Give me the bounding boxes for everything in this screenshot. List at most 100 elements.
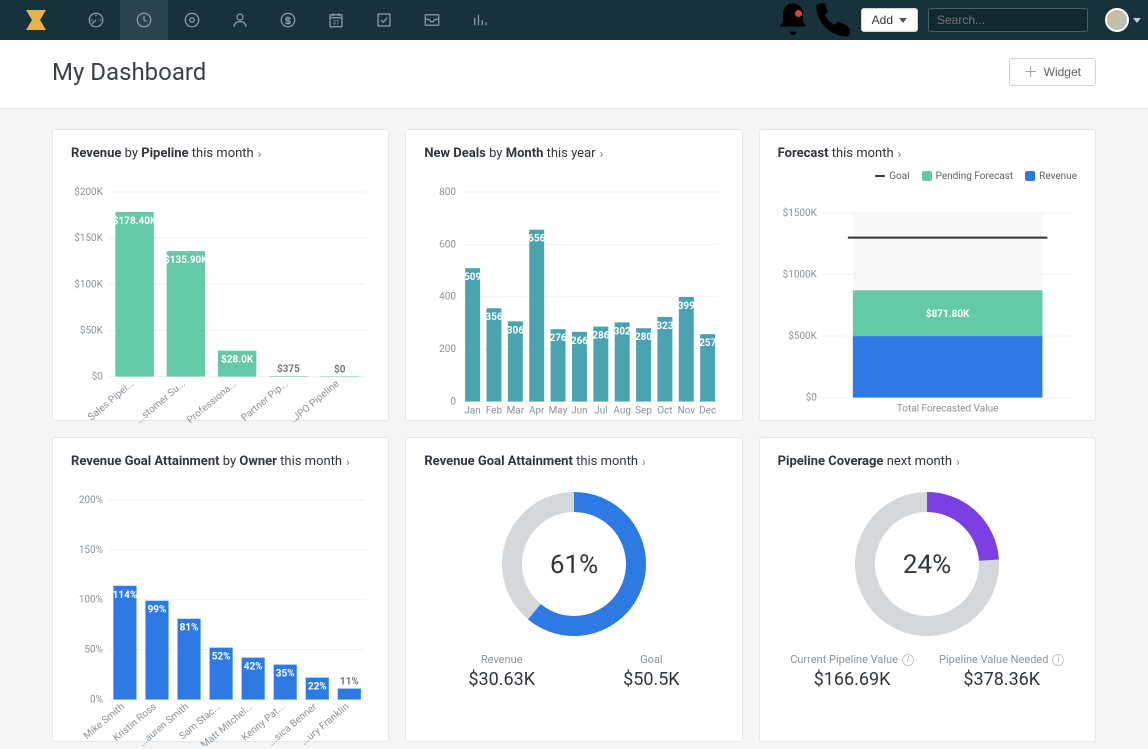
nav-bars-icon[interactable] xyxy=(456,0,504,40)
svg-text:Total Forecasted Value: Total Forecasted Value xyxy=(896,404,998,415)
dashboard-grid: Revenue by Pipeline this month › $0$50K$… xyxy=(0,109,1148,749)
search-input[interactable] xyxy=(937,13,1092,27)
svg-text:22%: 22% xyxy=(308,682,327,693)
avatar xyxy=(1105,8,1129,32)
bar-chart: 0%50%100%150%200%114%Mike Smith99%Kristi… xyxy=(71,493,370,746)
donut-chart: 24% xyxy=(842,479,1012,649)
nav-inbox-icon[interactable] xyxy=(408,0,456,40)
widget-title[interactable]: Pipeline Coverage next month › xyxy=(778,454,1077,469)
nav-calendar-icon[interactable]: 31 xyxy=(312,0,360,40)
svg-text:Mar: Mar xyxy=(507,405,525,416)
svg-text:400: 400 xyxy=(439,292,456,303)
svg-text:114%: 114% xyxy=(113,590,138,601)
svg-text:Feb: Feb xyxy=(486,405,503,416)
svg-text:399: 399 xyxy=(678,301,695,312)
chevron-right-icon: › xyxy=(956,455,960,469)
nav-dashboard-icon[interactable] xyxy=(72,0,120,40)
svg-text:$0: $0 xyxy=(92,372,104,383)
search-box[interactable] xyxy=(928,8,1088,32)
svg-text:656: 656 xyxy=(528,234,545,245)
svg-text:Jul: Jul xyxy=(594,405,607,416)
svg-text:$1500K: $1500K xyxy=(782,208,817,219)
svg-text:$28.0K: $28.0K xyxy=(221,355,254,366)
widget-new-deals: New Deals by Month this year › 020040060… xyxy=(405,129,742,421)
svg-text:200%: 200% xyxy=(79,495,103,506)
svg-text:$0: $0 xyxy=(805,393,817,404)
add-widget-button[interactable]: ＋ Widget xyxy=(1009,58,1096,86)
svg-text:...stomer Su...: ...stomer Su... xyxy=(134,378,188,423)
metric-label: Pipeline Value Neededi xyxy=(939,653,1064,666)
svg-text:$178.40K: $178.40K xyxy=(113,216,157,227)
chevron-down-icon xyxy=(1133,18,1141,23)
nav-clock-icon[interactable] xyxy=(120,0,168,40)
widget-title[interactable]: Revenue Goal Attainment by Owner this mo… xyxy=(71,454,370,469)
svg-text:356: 356 xyxy=(486,312,503,323)
widget-revenue-by-pipeline: Revenue by Pipeline this month › $0$50K$… xyxy=(52,129,389,421)
svg-text:0%: 0% xyxy=(90,695,103,706)
bar-chart: 0200400600800509Jan356Feb306Mar656Apr276… xyxy=(424,185,723,423)
svg-text:Sales Pipel...: Sales Pipel... xyxy=(86,378,136,423)
info-icon[interactable]: i xyxy=(902,654,914,666)
logo[interactable] xyxy=(0,0,72,40)
svg-text:Sep: Sep xyxy=(635,405,652,416)
nav-circle-dot-icon[interactable] xyxy=(168,0,216,40)
svg-text:$375: $375 xyxy=(277,364,300,375)
chevron-right-icon: › xyxy=(258,147,262,161)
info-icon[interactable]: i xyxy=(1052,654,1064,666)
nav-profile-icon[interactable] xyxy=(216,0,264,40)
svg-text:280: 280 xyxy=(635,332,652,343)
chevron-right-icon: › xyxy=(600,147,604,161)
svg-text:$500K: $500K xyxy=(788,331,817,342)
widget-pipeline-coverage: Pipeline Coverage next month › 24% Curre… xyxy=(759,437,1096,742)
svg-text:81%: 81% xyxy=(180,623,199,634)
metric-label: Current Pipeline Valuei xyxy=(790,653,914,666)
svg-text:42%: 42% xyxy=(244,662,263,673)
svg-text:Oct: Oct xyxy=(658,405,673,416)
widget-title[interactable]: Forecast this month › xyxy=(778,146,1077,161)
chevron-right-icon: › xyxy=(898,147,902,161)
widget-rga-total: Revenue Goal Attainment this month › 61%… xyxy=(405,437,742,742)
svg-text:$871.80K: $871.80K xyxy=(926,309,970,320)
svg-text:Jan: Jan xyxy=(465,405,481,416)
widget-title[interactable]: New Deals by Month this year › xyxy=(424,146,723,161)
phone-icon[interactable] xyxy=(813,0,853,40)
metric-label: Revenue xyxy=(481,653,523,666)
svg-text:24%: 24% xyxy=(903,550,951,580)
widget-title[interactable]: Revenue Goal Attainment this month › xyxy=(424,454,723,469)
svg-text:Professiona...: Professiona... xyxy=(185,378,239,423)
user-menu[interactable] xyxy=(1098,0,1148,40)
chevron-down-icon xyxy=(899,18,907,23)
plus-icon: ＋ xyxy=(1024,65,1038,79)
svg-text:$0: $0 xyxy=(334,365,346,376)
svg-text:Aug: Aug xyxy=(614,405,632,416)
metric-label: Goal xyxy=(640,653,662,666)
add-button-label: Add xyxy=(872,13,893,27)
svg-text:286: 286 xyxy=(593,331,610,342)
add-button[interactable]: Add xyxy=(861,8,918,32)
svg-text:509: 509 xyxy=(464,272,481,283)
svg-text:52%: 52% xyxy=(212,652,231,663)
svg-text:Jun: Jun xyxy=(572,405,589,416)
metric-value: $30.63K xyxy=(468,669,535,690)
svg-text:Partner Pip...: Partner Pip... xyxy=(239,378,290,423)
stacked-bar-chart: $0$500K$1000K$1500K$871.80KTotal Forecas… xyxy=(778,206,1077,420)
svg-text:302: 302 xyxy=(614,326,631,337)
svg-text:200: 200 xyxy=(439,344,456,355)
svg-text:100%: 100% xyxy=(79,595,103,606)
widget-title[interactable]: Revenue by Pipeline this month › xyxy=(71,146,370,161)
top-nav: 31 Add xyxy=(0,0,1148,40)
metric: Revenue $30.63K xyxy=(468,653,535,690)
nav-check-icon[interactable] xyxy=(360,0,408,40)
svg-text:99%: 99% xyxy=(148,605,167,616)
svg-text:306: 306 xyxy=(507,325,524,336)
notifications-icon[interactable] xyxy=(773,0,813,40)
nav-dollar-icon[interactable] xyxy=(264,0,312,40)
svg-text:Apr: Apr xyxy=(529,405,545,416)
metric-value: $50.5K xyxy=(623,669,680,690)
svg-text:Dec: Dec xyxy=(699,405,716,416)
svg-text:50%: 50% xyxy=(84,645,103,656)
add-widget-label: Widget xyxy=(1044,65,1081,79)
svg-text:$135.90K: $135.90K xyxy=(164,255,208,266)
widget-rga-by-owner: Revenue Goal Attainment by Owner this mo… xyxy=(52,437,389,742)
widget-forecast: Forecast this month › Goal Pending Forec… xyxy=(759,129,1096,421)
